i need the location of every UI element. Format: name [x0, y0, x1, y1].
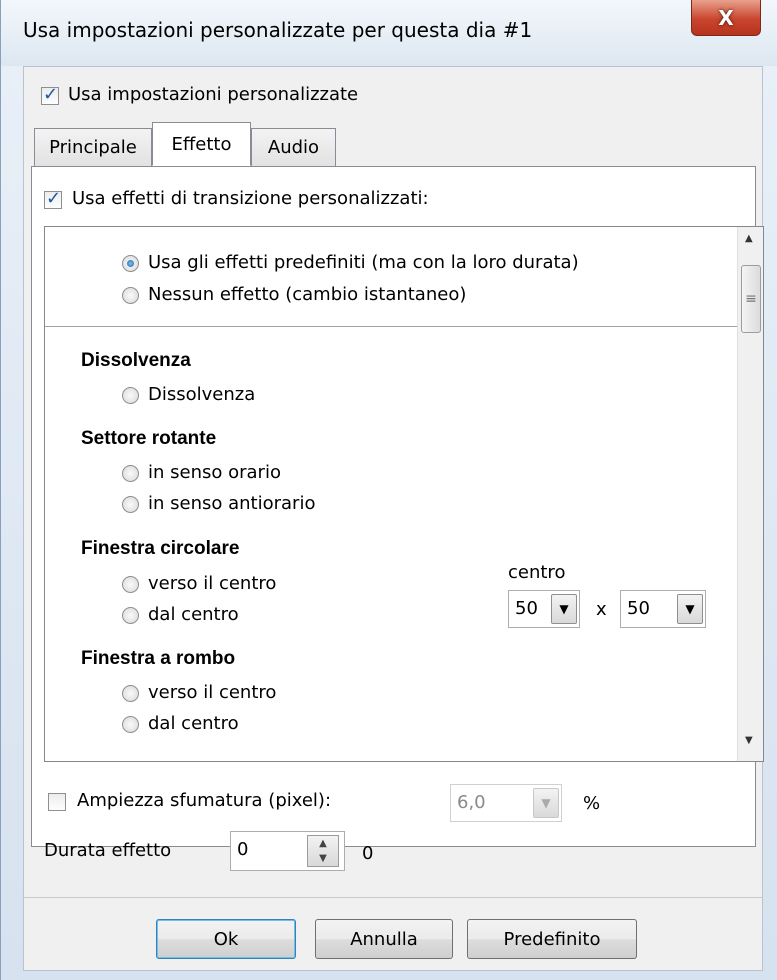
custom-transitions-label: Usa effetti di transizione personalizzat… — [72, 188, 429, 209]
dissolve-label: Dissolvenza — [148, 384, 256, 405]
center-x-select[interactable]: 50 ▼ — [508, 590, 580, 628]
duration-suffix: 0 — [362, 843, 374, 864]
tab-label: Effetto — [171, 133, 232, 155]
section-title-diamond: Finestra a rombo — [81, 648, 236, 669]
circle-inward-radio[interactable] — [122, 576, 139, 593]
grip-icon: ≡ — [745, 291, 757, 307]
custom-settings-checkbox[interactable] — [41, 84, 59, 105]
tab-label: Principale — [49, 137, 137, 158]
scroll-thumb[interactable]: ≡ — [741, 265, 761, 333]
close-icon: X — [718, 5, 734, 30]
center-separator: x — [596, 599, 607, 620]
effect-list-scrollbar[interactable]: ▲ ≡ ▼ — [737, 227, 763, 761]
circle-inward-label: verso il centro — [148, 573, 277, 594]
default-effects-radio[interactable] — [122, 255, 139, 272]
dialog-client-area: Usa impostazioni personalizzate Principa… — [23, 66, 764, 971]
center-x-value: 50 — [515, 598, 538, 619]
feather-select[interactable]: 6,0 ▼ — [450, 784, 562, 822]
default-button-label: Predefinito — [503, 928, 601, 950]
footer-divider — [24, 897, 762, 898]
divider — [45, 326, 737, 327]
title-bar[interactable]: Usa impostazioni personalizzate per ques… — [1, 0, 777, 66]
circle-outward-label: dal centro — [148, 604, 239, 625]
diamond-outward-label: dal centro — [148, 713, 239, 734]
cancel-button[interactable]: Annulla — [315, 919, 453, 959]
feather-label: Ampiezza sfumatura (pixel): — [77, 790, 332, 811]
custom-settings-label: Usa impostazioni personalizzate — [68, 84, 359, 105]
scroll-down-icon[interactable]: ▼ — [745, 735, 753, 746]
feather-unit: % — [583, 793, 601, 814]
diamond-inward-label: verso il centro — [148, 682, 277, 703]
circle-outward-radio[interactable] — [122, 607, 139, 624]
ok-button-label: Ok — [213, 928, 239, 950]
cancel-button-label: Annulla — [350, 928, 418, 950]
clockwise-label: in senso orario — [148, 462, 281, 483]
center-y-select[interactable]: 50 ▼ — [620, 590, 706, 628]
tab-label: Audio — [267, 137, 320, 158]
close-button[interactable]: X — [691, 0, 761, 36]
tab-effetto[interactable]: Effetto — [152, 122, 251, 166]
effect-list[interactable]: Usa gli effetti predefiniti (ma con la l… — [44, 226, 764, 762]
counterclockwise-label: in senso antiorario — [148, 493, 316, 514]
window-title: Usa impostazioni personalizzate per ques… — [23, 18, 533, 42]
chevron-down-icon[interactable]: ▼ — [533, 788, 559, 818]
duration-value: 0 — [237, 839, 249, 860]
ok-button[interactable]: Ok — [156, 919, 296, 959]
center-label: centro — [508, 562, 566, 583]
tab-audio[interactable]: Audio — [251, 128, 336, 166]
effect-tab-panel: Usa effetti di transizione personalizzat… — [31, 166, 764, 861]
chevron-down-icon[interactable]: ▼ — [551, 594, 577, 624]
counterclockwise-radio[interactable] — [122, 496, 139, 513]
default-button[interactable]: Predefinito — [467, 919, 637, 959]
diamond-outward-radio[interactable] — [122, 716, 139, 733]
feather-checkbox[interactable] — [48, 793, 66, 811]
no-effect-radio[interactable] — [122, 287, 139, 304]
default-effects-label: Usa gli effetti predefiniti (ma con la l… — [148, 252, 579, 273]
duration-input[interactable]: 0 ▲ ▼ — [230, 831, 345, 871]
diamond-inward-radio[interactable] — [122, 685, 139, 702]
section-title-rotating: Settore rotante — [81, 428, 217, 449]
duration-label: Durata effetto — [44, 840, 172, 861]
dissolve-radio[interactable] — [122, 387, 139, 404]
section-title-dissolve: Dissolvenza — [81, 350, 191, 371]
spinner-icon[interactable]: ▲ ▼ — [307, 835, 339, 867]
clockwise-radio[interactable] — [122, 465, 139, 482]
no-effect-label: Nessun effetto (cambio istantaneo) — [148, 284, 467, 305]
chevron-down-icon[interactable]: ▼ — [677, 594, 703, 624]
scroll-up-icon[interactable]: ▲ — [745, 233, 753, 244]
feather-value: 6,0 — [457, 792, 486, 813]
section-title-circle: Finestra circolare — [81, 538, 240, 559]
dialog-window: Usa impostazioni personalizzate per ques… — [0, 0, 777, 980]
center-y-value: 50 — [627, 598, 650, 619]
custom-transitions-checkbox[interactable] — [44, 188, 62, 209]
tab-principale[interactable]: Principale — [34, 128, 152, 166]
